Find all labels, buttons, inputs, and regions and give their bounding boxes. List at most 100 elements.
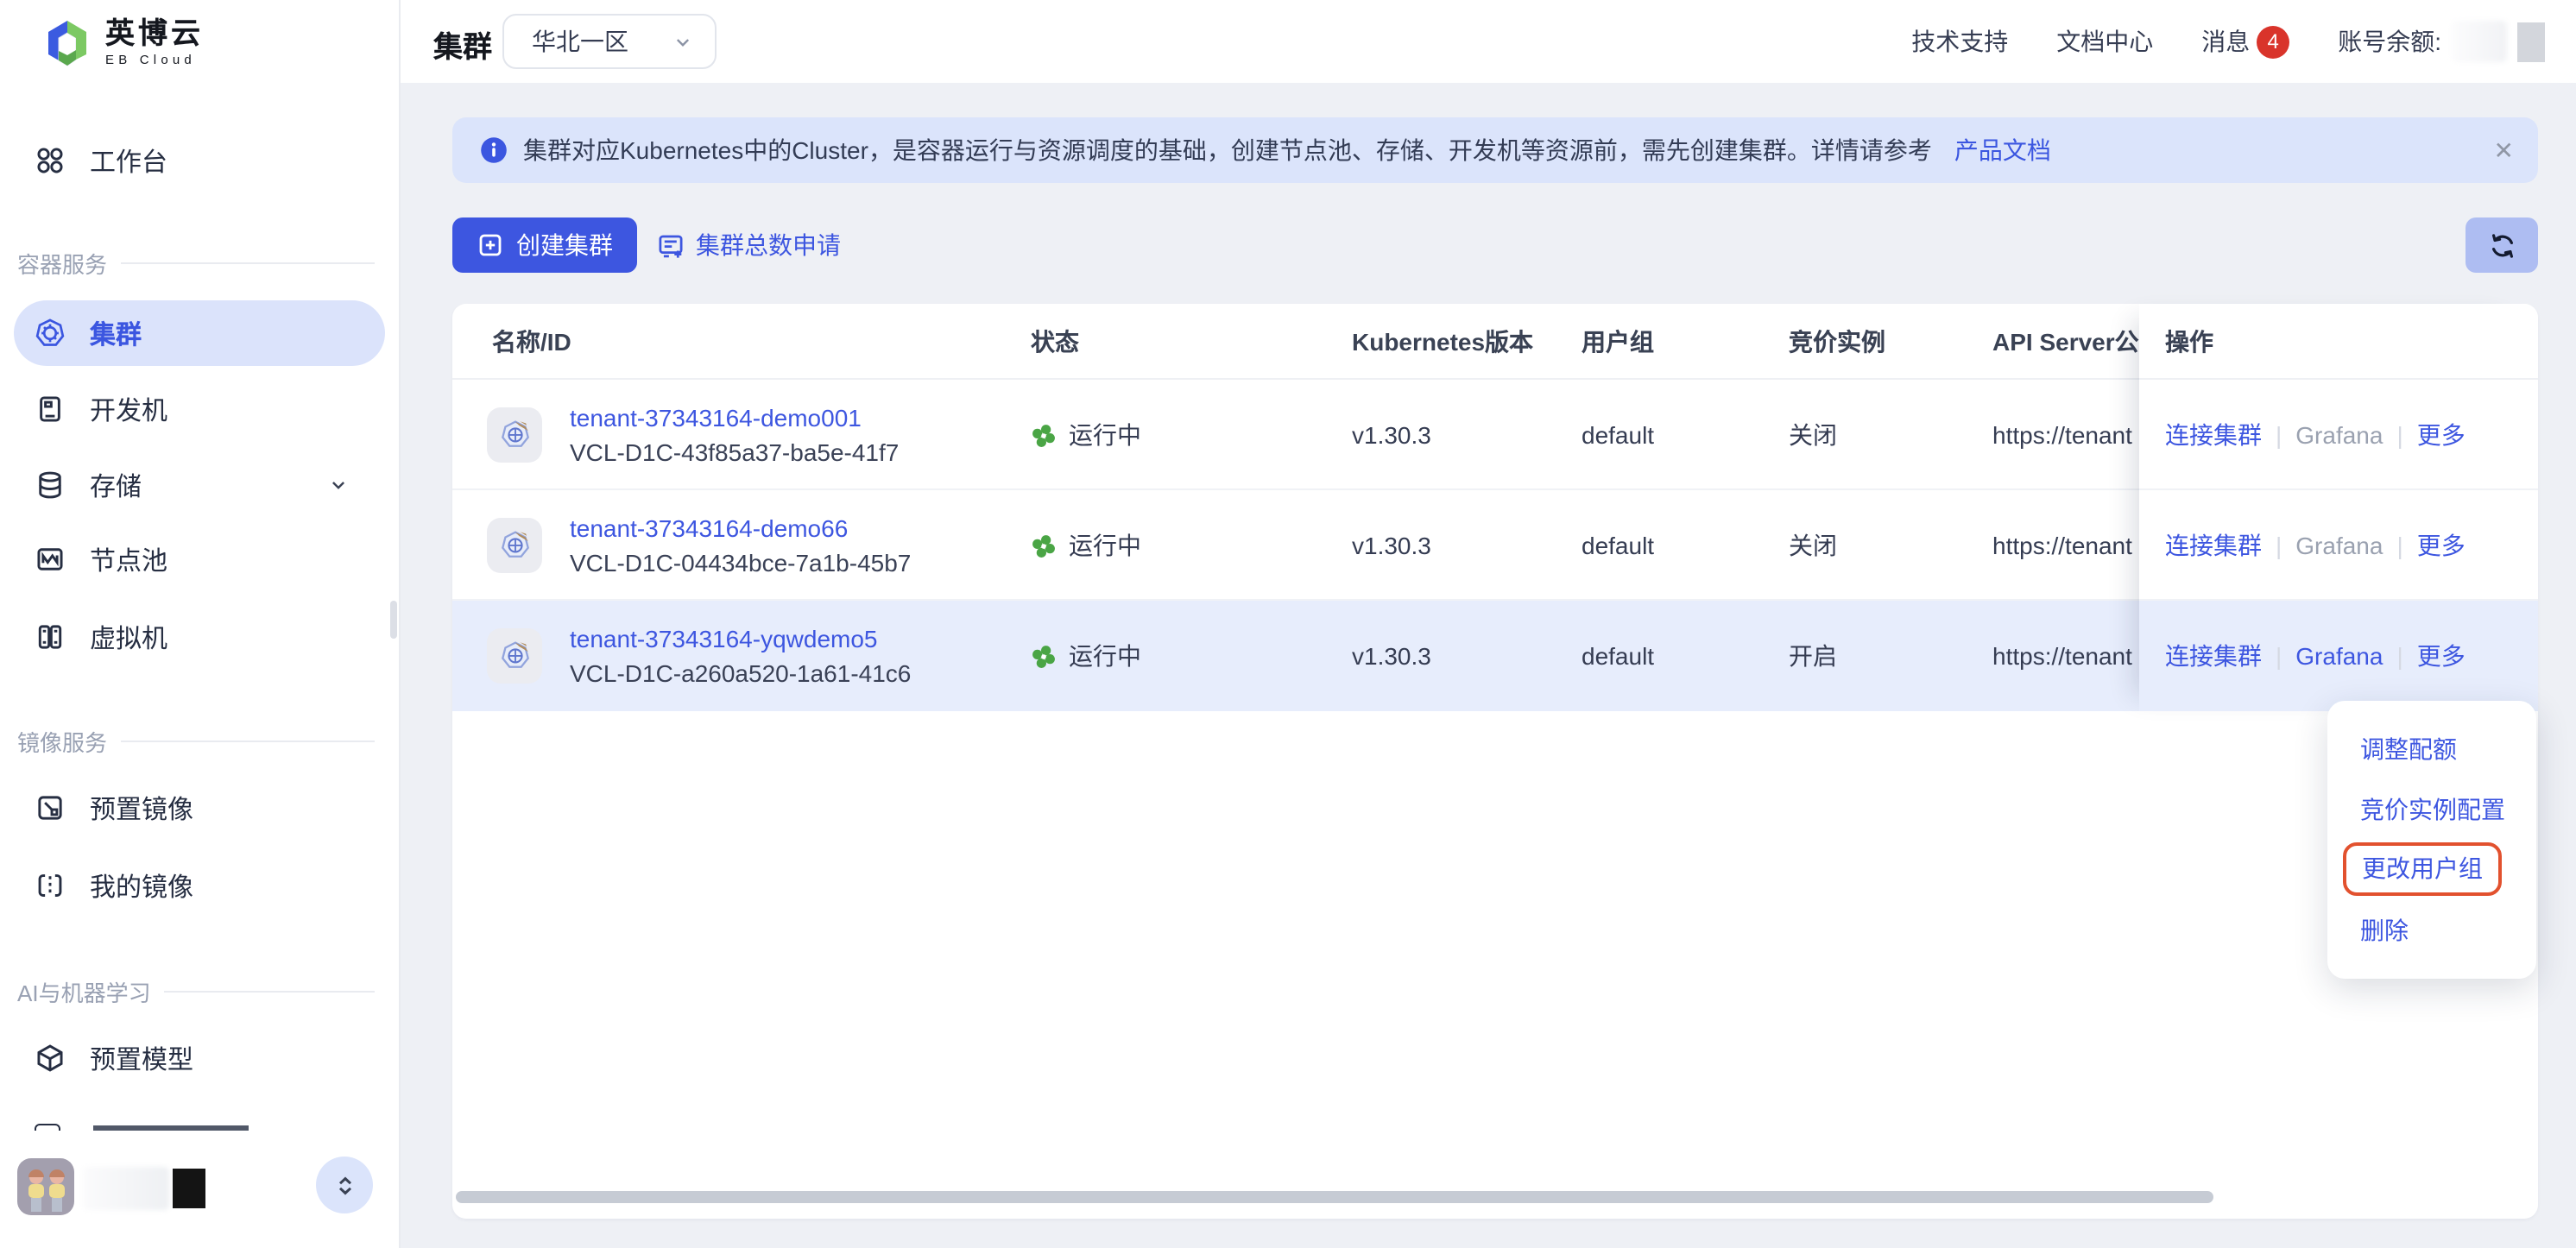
col-header-action: 操作 (2139, 304, 2538, 380)
sidebar-group-container: AI与机器学习 (17, 975, 385, 1008)
status-text: 运行中 (1069, 528, 1141, 563)
status-cell: 运行中 (1031, 490, 1141, 601)
nav-docs-link[interactable]: 文档中心 (2056, 24, 2153, 59)
running-pinwheel-icon (1031, 422, 1057, 448)
action-separator: | (2396, 420, 2402, 448)
menu-item-adjust-quota[interactable]: 调整配额 (2327, 718, 2536, 778)
refresh-button[interactable] (2466, 217, 2538, 273)
sidebar-item-storage[interactable]: 存储 (14, 452, 385, 518)
sidebar-item-vm[interactable]: 虚拟机 (14, 604, 385, 670)
server-plus-icon (656, 230, 685, 260)
menu-item-label: 更改用户组 (2362, 854, 2483, 882)
col-header-spot: 竞价实例 (1789, 304, 1885, 380)
spot-cell: 关闭 (1789, 490, 1837, 601)
cluster-name-link[interactable]: tenant-37343164-demo001 (570, 404, 899, 432)
cluster-id: VCL-D1C-a260a520-1a61-41c6 (570, 659, 911, 687)
message-count-badge: 4 (2257, 25, 2289, 58)
sidebar-item-preset-models[interactable]: 预置模型 (14, 1025, 385, 1091)
create-cluster-label: 创建集群 (516, 228, 613, 262)
cluster-name-link[interactable]: tenant-37343164-yqwdemo5 (570, 625, 911, 652)
main-content: 集群对应Kubernetes中的Cluster，是容器运行与资源调度的基础，创建… (401, 83, 2576, 1248)
sidebar-item-label: 节点池 (90, 541, 167, 577)
sidebar-item-label: 存储 (90, 467, 142, 503)
api-server-cell: https://tenant (1992, 490, 2132, 601)
more-link[interactable]: 更多 (2417, 417, 2466, 451)
menu-item-label: 竞价实例配置 (2360, 791, 2505, 826)
sidebar-group-container: 容器服务 (17, 247, 385, 280)
fixed-action-column: 操作 连接集群 | Grafana | 更多 连接集群 | Grafana | … (2139, 304, 2538, 711)
action-separator: | (2276, 531, 2282, 558)
menu-item-change-user-group[interactable]: 更改用户组 (2327, 839, 2536, 899)
sidebar: 英博云 EB Cloud 工作台 容器服务 (0, 0, 401, 1248)
cluster-table: 名称/ID 状态 Kubernetes版本 用户组 竞价实例 API Serve… (452, 304, 2538, 1219)
brand-logo: 英博云 EB Cloud (45, 19, 204, 67)
more-actions-dropdown: 调整配额 竞价实例配置 更改用户组 删除 (2327, 701, 2536, 979)
sidebar-item-label: 预置镜像 (90, 790, 193, 826)
version-cell: v1.30.3 (1352, 601, 1431, 711)
waveform-icon (35, 544, 66, 575)
grafana-link[interactable]: Grafana (2295, 531, 2383, 558)
col-header-name: 名称/ID (492, 304, 571, 380)
account-switcher-button[interactable] (316, 1157, 373, 1213)
cluster-name-link[interactable]: tenant-37343164-demo66 (570, 514, 911, 542)
horizontal-scrollbar-thumb[interactable] (456, 1191, 2213, 1203)
cluster-hexagon-icon (487, 518, 542, 573)
col-header-version: Kubernetes版本 (1352, 304, 1533, 380)
banner-doc-link[interactable]: 产品文档 (1954, 133, 2051, 167)
sidebar-item-nodepool[interactable]: 节点池 (14, 526, 385, 592)
connect-cluster-link[interactable]: 连接集群 (2165, 417, 2262, 451)
action-separator: | (2396, 531, 2402, 558)
cluster-id: VCL-D1C-43f85a37-ba5e-41f7 (570, 438, 899, 466)
status-cell: 运行中 (1031, 380, 1141, 490)
account-balance: 账号余额: (2338, 21, 2545, 62)
region-select[interactable]: 华北一区 (502, 14, 717, 69)
grafana-link[interactable]: Grafana (2295, 642, 2383, 670)
close-icon[interactable]: ✕ (2494, 136, 2514, 165)
sidebar-group-container: 镜像服务 (17, 725, 385, 758)
cluster-hexagon-icon (487, 628, 542, 684)
banner-text: 集群对应Kubernetes中的Cluster，是容器运行与资源调度的基础，创建… (523, 133, 1932, 167)
balance-redaction-box (2517, 22, 2545, 61)
info-icon (480, 136, 508, 164)
brand-name: 英博云 (105, 20, 204, 49)
chevron-down-icon[interactable] (326, 473, 350, 497)
annotation-highlight-box: 更改用户组 (2343, 842, 2502, 896)
menu-item-spot-config[interactable]: 竞价实例配置 (2327, 778, 2536, 839)
connect-cluster-link[interactable]: 连接集群 (2165, 639, 2262, 673)
page-title: 集群 (433, 22, 492, 66)
nav-messages-link[interactable]: 消息 4 (2201, 24, 2289, 59)
brand-cube-icon (45, 19, 90, 67)
sidebar-item-cluster[interactable]: 集群 (14, 300, 385, 366)
more-link[interactable]: 更多 (2417, 527, 2466, 562)
group-divider (165, 991, 375, 993)
dev-machine-icon (35, 394, 66, 425)
action-separator: | (2276, 642, 2282, 670)
balance-label: 账号余额: (2338, 24, 2441, 59)
menu-item-label: 调整配额 (2360, 731, 2457, 766)
create-cluster-button[interactable]: 创建集群 (452, 217, 637, 273)
status-text: 运行中 (1069, 639, 1141, 673)
menu-item-label: 删除 (2360, 912, 2409, 947)
chevron-down-icon (672, 30, 694, 53)
action-separator: | (2276, 420, 2282, 448)
connect-cluster-link[interactable]: 连接集群 (2165, 527, 2262, 562)
cluster-quota-request-link[interactable]: 集群总数申请 (656, 217, 841, 273)
sidebar-item-label: 集群 (90, 315, 142, 351)
avatar[interactable] (17, 1158, 74, 1215)
version-cell: v1.30.3 (1352, 380, 1431, 490)
group-divider (121, 741, 375, 742)
sidebar-item-devmachine[interactable]: 开发机 (14, 376, 385, 442)
menu-item-delete[interactable]: 删除 (2327, 899, 2536, 960)
nav-support-link[interactable]: 技术支持 (1911, 24, 2008, 59)
sidebar-item-preset-images[interactable]: 预置镜像 (14, 775, 385, 841)
sidebar-group-label: AI与机器学习 (17, 975, 151, 1008)
sidebar-scrollbar-thumb[interactable] (390, 601, 397, 639)
grafana-link[interactable]: Grafana (2295, 420, 2383, 448)
sidebar-item-my-images[interactable]: 我的镜像 (14, 853, 385, 918)
sidebar-item-clipped (35, 1119, 363, 1131)
action-separator: | (2396, 642, 2402, 670)
sidebar-item-workbench[interactable]: 工作台 (14, 128, 385, 193)
sidebar-item-label: 虚拟机 (90, 619, 167, 655)
more-link[interactable]: 更多 (2417, 639, 2466, 673)
row-actions: 连接集群 | Grafana | 更多 (2139, 490, 2538, 601)
